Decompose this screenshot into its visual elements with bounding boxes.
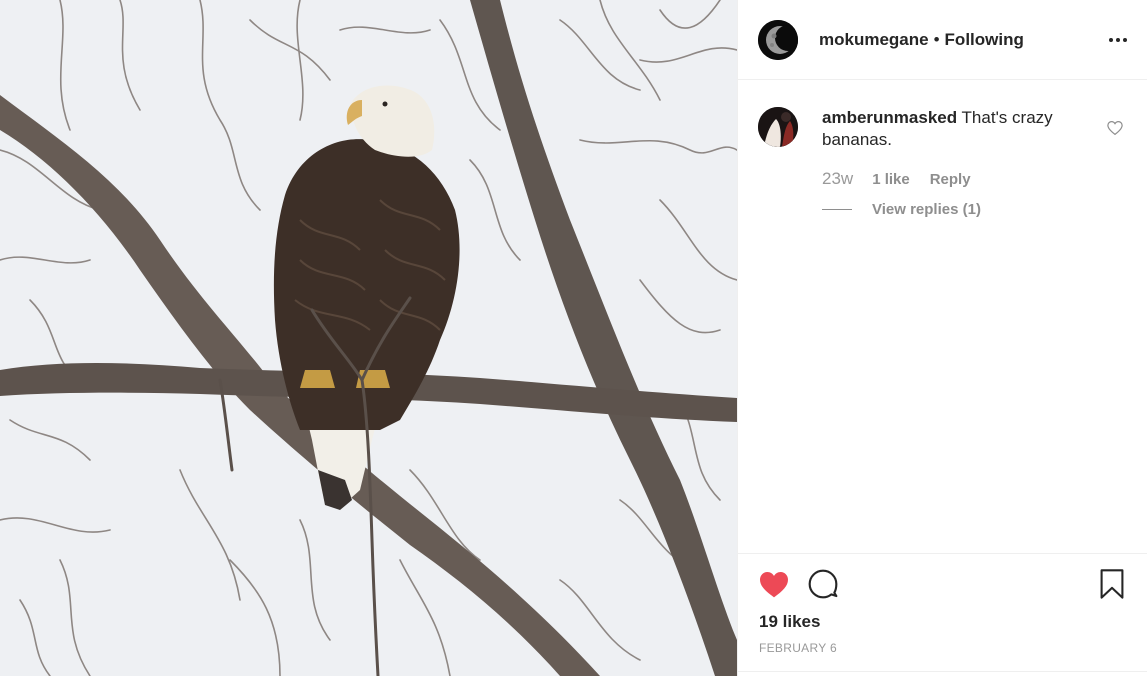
- post-side-panel: mokumegane • Following amberunmasked Tha…: [737, 0, 1147, 676]
- comment-likes[interactable]: 1 like: [872, 171, 910, 188]
- comment-time[interactable]: 23w: [822, 169, 853, 189]
- post-photo[interactable]: [0, 0, 737, 676]
- reply-button[interactable]: Reply: [930, 171, 971, 188]
- author-username[interactable]: mokumegane: [819, 30, 929, 50]
- comment-item: amberunmasked That's crazy bananas.: [758, 107, 1127, 151]
- post-header: mokumegane • Following: [738, 0, 1147, 80]
- action-bar: [738, 554, 1147, 600]
- replies-divider: [822, 209, 852, 210]
- bottom-divider: [738, 671, 1147, 672]
- comment-body: amberunmasked That's crazy bananas.: [822, 107, 1072, 151]
- header-separator: •: [933, 29, 940, 49]
- comments-list: amberunmasked That's crazy bananas. 23w …: [738, 80, 1147, 218]
- eagle-photo-illustration: [0, 0, 737, 676]
- author-avatar[interactable]: [758, 19, 798, 60]
- comment-meta: 23w 1 like Reply: [822, 169, 1127, 189]
- view-replies[interactable]: View replies (1): [822, 201, 1127, 218]
- commenter-avatar-image: [758, 107, 798, 147]
- view-replies-label[interactable]: View replies (1): [872, 201, 981, 218]
- heart-outline-icon[interactable]: [1106, 119, 1124, 137]
- comment-username[interactable]: amberunmasked: [822, 108, 957, 127]
- following-button[interactable]: Following: [945, 30, 1024, 50]
- comment-bubble-icon[interactable]: [807, 568, 839, 600]
- commenter-avatar[interactable]: [758, 107, 798, 147]
- post-date[interactable]: FEBRUARY 6: [738, 632, 1147, 655]
- bookmark-icon[interactable]: [1096, 568, 1128, 600]
- likes-count[interactable]: 19 likes: [738, 600, 1147, 632]
- moon-avatar-image: [758, 19, 798, 60]
- more-options-icon[interactable]: [1109, 34, 1127, 46]
- heart-filled-icon[interactable]: [758, 568, 790, 600]
- post-actions-area: 19 likes FEBRUARY 6: [738, 553, 1147, 676]
